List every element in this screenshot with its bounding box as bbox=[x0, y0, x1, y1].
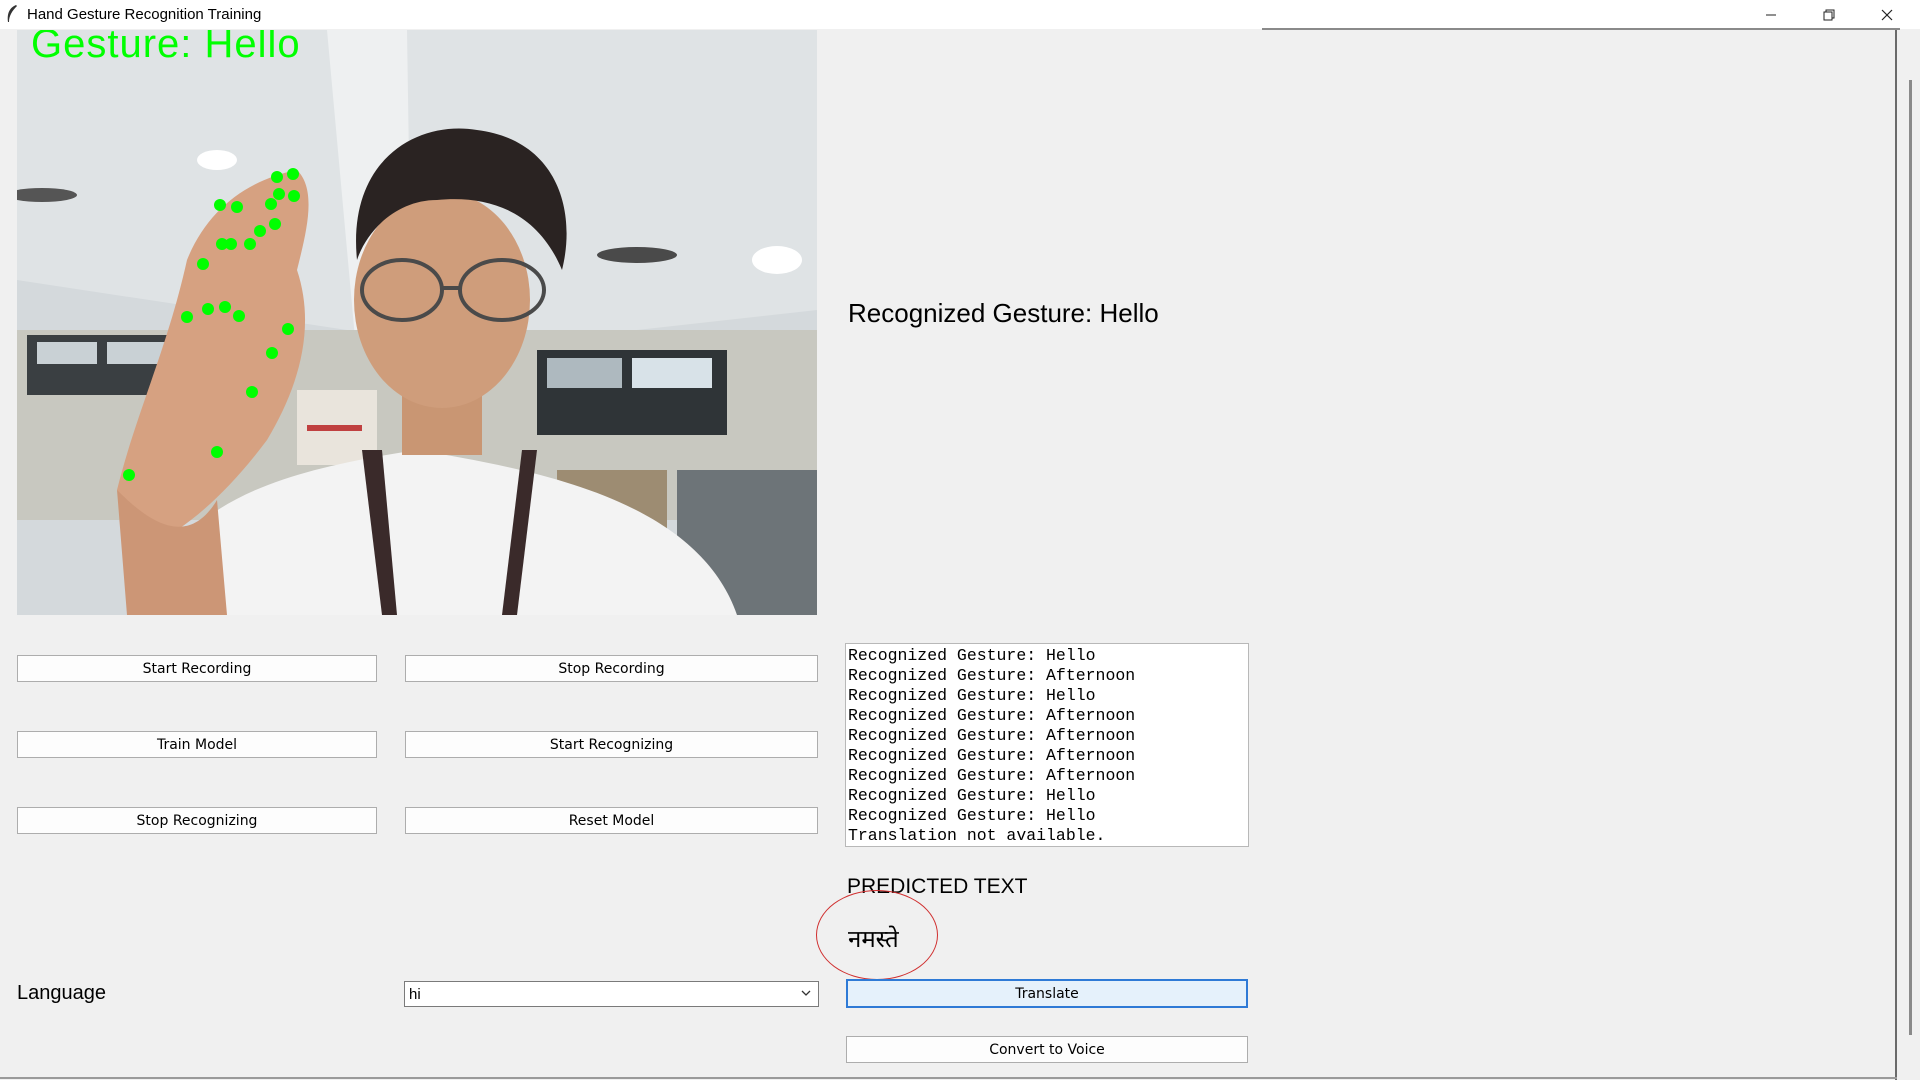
log-line: Recognized Gesture: Afternoon bbox=[848, 706, 1136, 725]
frame-border bbox=[1262, 28, 1900, 30]
log-line: Recognized Gesture: Hello bbox=[848, 646, 1096, 665]
log-line: Recognized Gesture: Hello bbox=[848, 806, 1096, 825]
frame-border bbox=[0, 1077, 1897, 1079]
feather-icon bbox=[7, 5, 17, 22]
restore-button[interactable] bbox=[1800, 0, 1858, 29]
train-model-button[interactable]: Train Model bbox=[17, 731, 377, 758]
reset-model-button[interactable]: Reset Model bbox=[405, 807, 818, 834]
language-selected-value: hi bbox=[409, 985, 421, 1003]
translate-button[interactable]: Translate bbox=[846, 979, 1248, 1008]
language-select[interactable]: hi bbox=[404, 981, 819, 1007]
window-title: Hand Gesture Recognition Training bbox=[27, 6, 262, 23]
frame-border bbox=[1895, 30, 1897, 1080]
scrollbar[interactable] bbox=[1909, 80, 1912, 1035]
camera-feed: Gesture: Hello bbox=[17, 30, 817, 615]
stop-recognizing-button[interactable]: Stop Recognizing bbox=[17, 807, 377, 834]
chevron-down-icon bbox=[801, 990, 811, 996]
close-button[interactable] bbox=[1858, 0, 1916, 29]
log-line: Translation not available. bbox=[848, 826, 1106, 845]
log-line: Recognized Gesture: Afternoon bbox=[848, 726, 1136, 745]
log-line: Recognized Gesture: Afternoon bbox=[848, 766, 1136, 785]
convert-to-voice-button[interactable]: Convert to Voice bbox=[846, 1036, 1248, 1063]
minimize-icon bbox=[1766, 14, 1776, 15]
minimize-button[interactable] bbox=[1742, 0, 1800, 29]
log-line: Recognized Gesture: Hello bbox=[848, 686, 1096, 705]
log-line: Recognized Gesture: Afternoon bbox=[848, 746, 1136, 765]
stop-recording-button[interactable]: Stop Recording bbox=[405, 655, 818, 682]
hand-landmarks bbox=[123, 168, 300, 481]
language-label: Language bbox=[17, 982, 106, 1004]
close-icon bbox=[1881, 9, 1893, 20]
recognition-log[interactable]: Recognized Gesture: Hello Recognized Gest… bbox=[845, 643, 1249, 847]
recognized-gesture-label: Recognized Gesture: Hello bbox=[848, 298, 1159, 328]
gesture-overlay-text: Gesture: Hello bbox=[31, 30, 301, 66]
log-line: Recognized Gesture: Afternoon bbox=[848, 666, 1136, 685]
start-recognizing-button[interactable]: Start Recognizing bbox=[405, 731, 818, 758]
log-line: Recognized Gesture: Hello bbox=[848, 786, 1096, 805]
title-bar: Hand Gesture Recognition Training bbox=[0, 0, 1920, 29]
start-recording-button[interactable]: Start Recording bbox=[17, 655, 377, 682]
restore-icon bbox=[1823, 9, 1835, 20]
annotation-circle bbox=[816, 890, 938, 980]
